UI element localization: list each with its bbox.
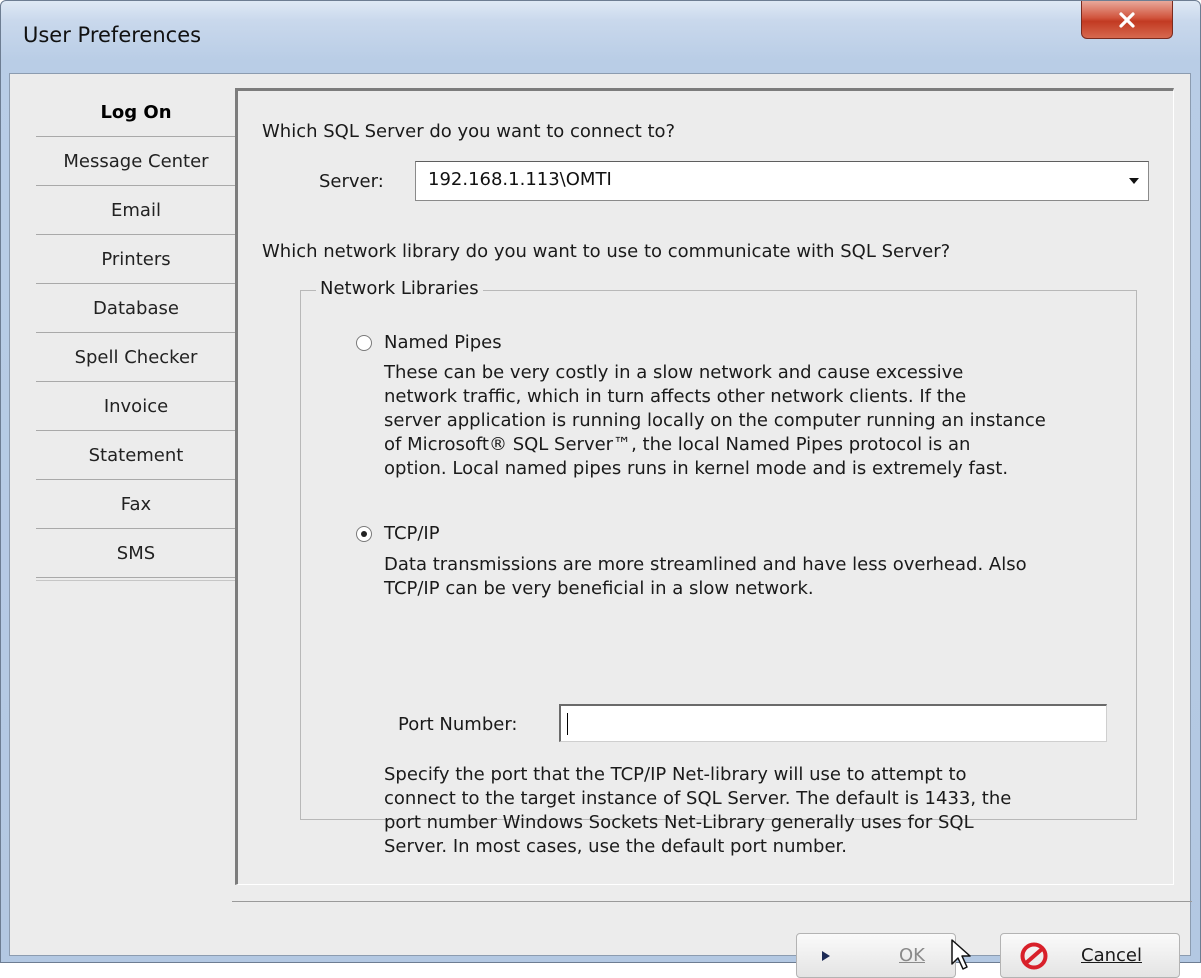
server-label: Server: bbox=[319, 171, 384, 192]
sidebar-item-log-on[interactable]: Log On bbox=[36, 88, 236, 137]
button-bar-divider bbox=[232, 901, 1192, 902]
named-pipes-desc-line: of Microsoft® SQL Server™, the local Nam… bbox=[384, 434, 971, 455]
sidebar-item-fax[interactable]: Fax bbox=[36, 480, 236, 529]
named-pipes-desc-line: network traffic, which in turn affects o… bbox=[384, 386, 967, 407]
sidebar-item-printers[interactable]: Printers bbox=[36, 235, 236, 284]
tcpip-desc-line: TCP/IP can be very beneficial in a slow … bbox=[384, 578, 814, 599]
sidebar-item-message-center[interactable]: Message Center bbox=[36, 137, 236, 186]
network-libraries-legend: Network Libraries bbox=[316, 278, 483, 299]
named-pipes-desc-line: server application is running locally on… bbox=[384, 410, 1046, 431]
sidebar-item-database[interactable]: Database bbox=[36, 284, 236, 333]
sidebar-item-email[interactable]: Email bbox=[36, 186, 236, 235]
named-pipes-description: These can be very costly in a slow netwo… bbox=[384, 361, 1046, 481]
dropdown-button[interactable] bbox=[1123, 168, 1145, 194]
chevron-down-icon bbox=[1129, 178, 1139, 184]
close-icon bbox=[1119, 11, 1135, 28]
port-desc-line: Server. In most cases, use the default p… bbox=[384, 836, 847, 857]
tcpip-label: TCP/IP bbox=[384, 523, 440, 544]
port-desc-line: Specify the port that the TCP/IP Net-lib… bbox=[384, 764, 967, 785]
port-number-label: Port Number: bbox=[398, 714, 518, 735]
sidebar-item-sms[interactable]: SMS bbox=[36, 529, 236, 578]
tcpip-radio[interactable]: TCP/IP bbox=[356, 523, 440, 544]
log-on-panel: Which SQL Server do you want to connect … bbox=[235, 88, 1174, 885]
port-number-input[interactable] bbox=[559, 704, 1107, 742]
sidebar-divider bbox=[36, 580, 236, 581]
close-button[interactable] bbox=[1081, 1, 1173, 39]
port-description: Specify the port that the TCP/IP Net-lib… bbox=[384, 763, 1011, 859]
library-question: Which network library do you want to use… bbox=[262, 241, 951, 262]
server-question: Which SQL Server do you want to connect … bbox=[262, 121, 676, 142]
sidebar-item-statement[interactable]: Statement bbox=[36, 431, 236, 480]
sidebar-item-invoice[interactable]: Invoice bbox=[36, 382, 236, 431]
tcpip-desc-line: Data transmissions are more streamlined … bbox=[384, 554, 1027, 575]
user-preferences-window: User Preferences Log On Message Center Ema… bbox=[0, 0, 1201, 978]
named-pipes-label: Named Pipes bbox=[384, 332, 502, 353]
named-pipes-radio[interactable]: Named Pipes bbox=[356, 332, 502, 353]
play-arrow-icon bbox=[822, 951, 830, 961]
named-pipes-radio-circle[interactable] bbox=[356, 334, 372, 351]
sidebar-nav: Log On Message Center Email Printers Databas… bbox=[36, 88, 236, 578]
server-dropdown[interactable]: 192.168.1.113\OMTI bbox=[415, 161, 1149, 201]
sidebar-item-spell-checker[interactable]: Spell Checker bbox=[36, 333, 236, 382]
port-desc-line: port number Windows Sockets Net-Library … bbox=[384, 812, 974, 833]
server-value: 192.168.1.113\OMTI bbox=[428, 169, 612, 190]
window-title: User Preferences bbox=[23, 23, 202, 47]
ok-button[interactable]: OK bbox=[796, 933, 956, 978]
mouse-pointer-icon bbox=[951, 939, 971, 970]
text-caret bbox=[567, 713, 568, 735]
port-desc-line: connect to the target instance of SQL Se… bbox=[384, 788, 1012, 809]
title-bar: User Preferences bbox=[1, 1, 1200, 73]
named-pipes-desc-line: option. Local named pipes runs in kernel… bbox=[384, 458, 1009, 479]
no-entry-icon bbox=[1020, 942, 1048, 970]
tcpip-radio-circle[interactable] bbox=[356, 525, 372, 542]
named-pipes-desc-line: These can be very costly in a slow netwo… bbox=[384, 362, 964, 383]
cancel-button[interactable]: Cancel bbox=[1000, 933, 1180, 978]
tcpip-description: Data transmissions are more streamlined … bbox=[384, 553, 1027, 601]
dialog-client-area: Log On Message Center Email Printers Databas… bbox=[9, 73, 1192, 978]
